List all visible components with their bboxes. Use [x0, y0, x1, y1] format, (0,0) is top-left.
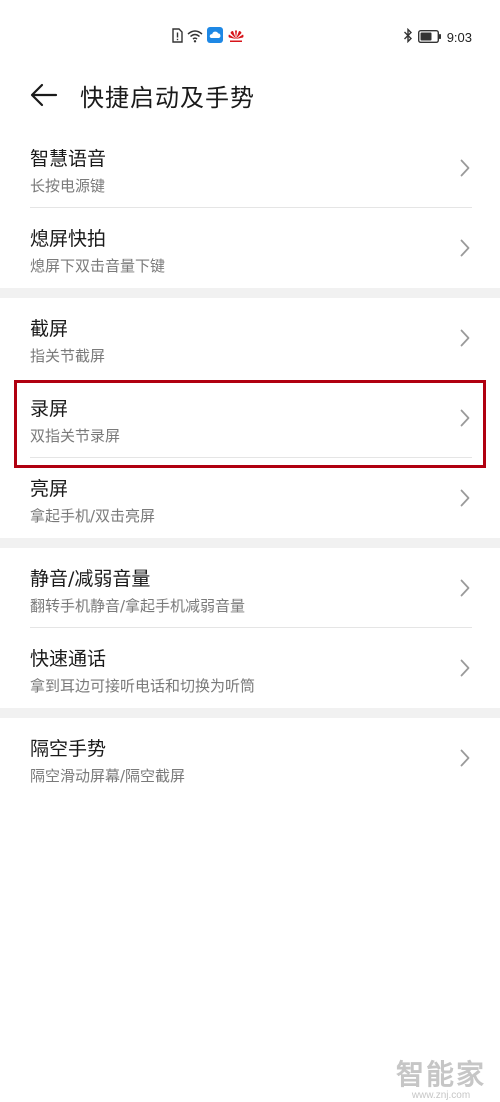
- item-title: 截屏: [30, 318, 69, 340]
- status-system-icons: 9:03: [403, 27, 472, 47]
- group-separator: [0, 538, 500, 548]
- status-notification-icons: [172, 27, 245, 47]
- settings-group: 截屏 指关节截屏 录屏 双指关节录屏 亮屏 拿起手机/双击亮屏: [0, 298, 500, 538]
- list-item-screen-wake[interactable]: 亮屏 拿起手机/双击亮屏: [0, 458, 500, 538]
- list-item-smart-voice[interactable]: 智慧语音 长按电源键: [0, 128, 500, 208]
- item-title: 智慧语音: [30, 148, 107, 170]
- sim-alert-icon: [172, 27, 183, 47]
- battery-icon: [417, 28, 442, 47]
- item-subtitle: 拿起手机/双击亮屏: [30, 507, 156, 525]
- item-subtitle: 指关节截屏: [30, 347, 106, 365]
- item-title: 静音/减弱音量: [30, 568, 151, 590]
- list-item-air-gesture[interactable]: 隔空手势 隔空滑动屏幕/隔空截屏: [0, 718, 500, 798]
- item-title: 熄屏快拍: [30, 228, 107, 250]
- chevron-right-icon: [460, 239, 470, 257]
- watermark-name: 智能家: [395, 1058, 486, 1091]
- item-subtitle: 熄屏下双击音量下键: [30, 257, 166, 275]
- group-separator: [0, 288, 500, 298]
- watermark-logo: 智能家 www.znj.com: [396, 1060, 486, 1102]
- list-item-quick-call[interactable]: 快速通话 拿到耳边可接听电话和切换为听筒: [0, 628, 500, 708]
- list-item-screen-record[interactable]: 录屏 双指关节录屏: [0, 378, 500, 458]
- list-item-screen-off-snapshot[interactable]: 熄屏快拍 熄屏下双击音量下键: [0, 208, 500, 288]
- watermark-url: www.znj.com: [411, 1090, 471, 1101]
- header: 快捷启动及手势: [0, 72, 500, 118]
- chevron-right-icon: [460, 489, 470, 507]
- chevron-right-icon: [460, 749, 470, 767]
- item-subtitle: 隔空滑动屏幕/隔空截屏: [30, 767, 186, 785]
- item-title: 快速通话: [30, 648, 107, 670]
- status-bar: 9:03: [0, 0, 500, 72]
- status-time: 9:03: [446, 29, 472, 45]
- chevron-right-icon: [460, 409, 470, 427]
- settings-group: 静音/减弱音量 翻转手机静音/拿起手机减弱音量 快速通话 拿到耳边可接听电话和切…: [0, 548, 500, 708]
- settings-group: 智慧语音 长按电源键 熄屏快拍 熄屏下双击音量下键: [0, 128, 500, 288]
- item-subtitle: 长按电源键: [30, 177, 106, 195]
- settings-group: 隔空手势 隔空滑动屏幕/隔空截屏: [0, 718, 500, 798]
- chevron-right-icon: [460, 329, 470, 347]
- page-title: 快捷启动及手势: [80, 84, 255, 112]
- chevron-right-icon: [460, 579, 470, 597]
- list-item-mute-reduce-volume[interactable]: 静音/减弱音量 翻转手机静音/拿起手机减弱音量: [0, 548, 500, 628]
- settings-list: 智慧语音 长按电源键 熄屏快拍 熄屏下双击音量下键 截屏 指关节截屏 录屏 双指…: [0, 128, 500, 798]
- item-subtitle: 拿到耳边可接听电话和切换为听筒: [30, 677, 256, 695]
- chevron-right-icon: [460, 659, 470, 677]
- cloud-icon: [207, 27, 223, 47]
- chevron-right-icon: [460, 159, 470, 177]
- item-subtitle: 双指关节录屏: [30, 427, 121, 445]
- bluetooth-icon: [403, 27, 413, 47]
- item-subtitle: 翻转手机静音/拿起手机减弱音量: [30, 597, 246, 615]
- wifi-icon: [187, 28, 203, 47]
- item-title: 隔空手势: [30, 738, 107, 760]
- group-separator: [0, 708, 500, 718]
- item-title: 亮屏: [30, 478, 69, 500]
- back-arrow-icon[interactable]: [30, 82, 58, 108]
- item-title: 录屏: [30, 398, 69, 420]
- huawei-logo-icon: [227, 28, 245, 47]
- list-item-screenshot[interactable]: 截屏 指关节截屏: [0, 298, 500, 378]
